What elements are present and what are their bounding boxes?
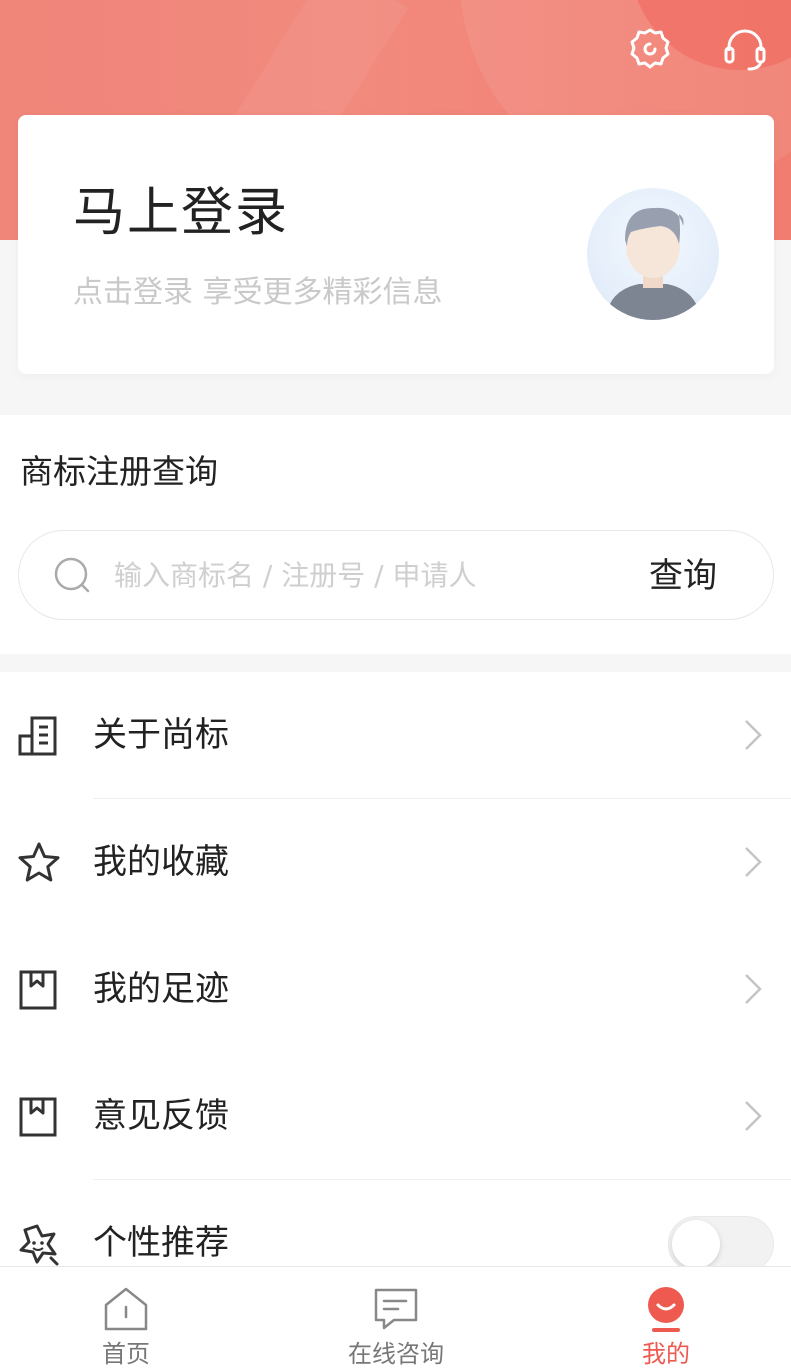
settings-button[interactable] — [625, 24, 675, 74]
search-box[interactable]: 查询 — [18, 530, 774, 620]
star-icon — [18, 842, 60, 882]
chevron-right-icon — [745, 1101, 762, 1131]
toggle-knob — [672, 1220, 720, 1268]
tab-home[interactable]: 首页 — [46, 1267, 206, 1370]
login-card[interactable]: 马上登录 点击登录 享受更多精彩信息 — [18, 115, 774, 374]
search-icon — [54, 557, 90, 593]
menu-item-history[interactable]: 我的足迹 — [0, 926, 791, 1053]
trademark-search-section: 商标注册查询 查询 — [0, 415, 791, 654]
default-avatar-icon — [605, 207, 701, 320]
chevron-right-icon — [745, 974, 762, 1004]
search-button[interactable]: 查询 — [649, 551, 717, 601]
menu-item-feedback[interactable]: 意见反馈 — [0, 1053, 791, 1180]
chevron-right-icon — [745, 720, 762, 750]
tab-label: 在线咨询 — [348, 1340, 444, 1368]
section-title: 商标注册查询 — [20, 452, 218, 491]
bookmark-icon — [19, 1097, 57, 1137]
menu-list: 关于尚标 我的收藏 我的足迹 意见反馈 个性推荐 — [0, 672, 791, 1272]
gear-icon — [630, 28, 670, 69]
menu-item-label: 关于尚标 — [93, 715, 229, 755]
menu-item-label: 个性推荐 — [93, 1223, 229, 1263]
login-title[interactable]: 马上登录 — [73, 183, 289, 243]
chevron-right-icon — [745, 847, 762, 877]
menu-item-about[interactable]: 关于尚标 — [0, 672, 791, 799]
tab-consult[interactable]: 在线咨询 — [316, 1267, 476, 1370]
menu-item-label: 意见反馈 — [93, 1096, 229, 1136]
customer-service-button[interactable] — [720, 24, 770, 74]
tab-mine[interactable]: 我的 — [586, 1267, 746, 1370]
menu-item-label: 我的足迹 — [93, 969, 229, 1009]
recommend-toggle[interactable] — [668, 1216, 774, 1272]
tab-label: 首页 — [102, 1340, 150, 1368]
bottom-tab-bar: 首页 在线咨询 我的 — [0, 1266, 791, 1370]
tab-label: 我的 — [642, 1340, 690, 1368]
login-subtitle: 点击登录 享受更多精彩信息 — [73, 275, 443, 310]
chat-icon — [374, 1288, 418, 1330]
menu-item-favorites[interactable]: 我的收藏 — [0, 799, 791, 926]
home-icon — [104, 1287, 148, 1331]
avatar[interactable] — [587, 188, 719, 320]
bookmark-icon — [19, 970, 57, 1010]
sparkle-star-icon — [19, 1224, 59, 1266]
headset-icon — [724, 29, 766, 71]
smile-icon — [648, 1287, 684, 1332]
search-input[interactable] — [114, 553, 634, 597]
building-icon — [18, 716, 57, 756]
menu-item-label: 我的收藏 — [93, 842, 229, 882]
